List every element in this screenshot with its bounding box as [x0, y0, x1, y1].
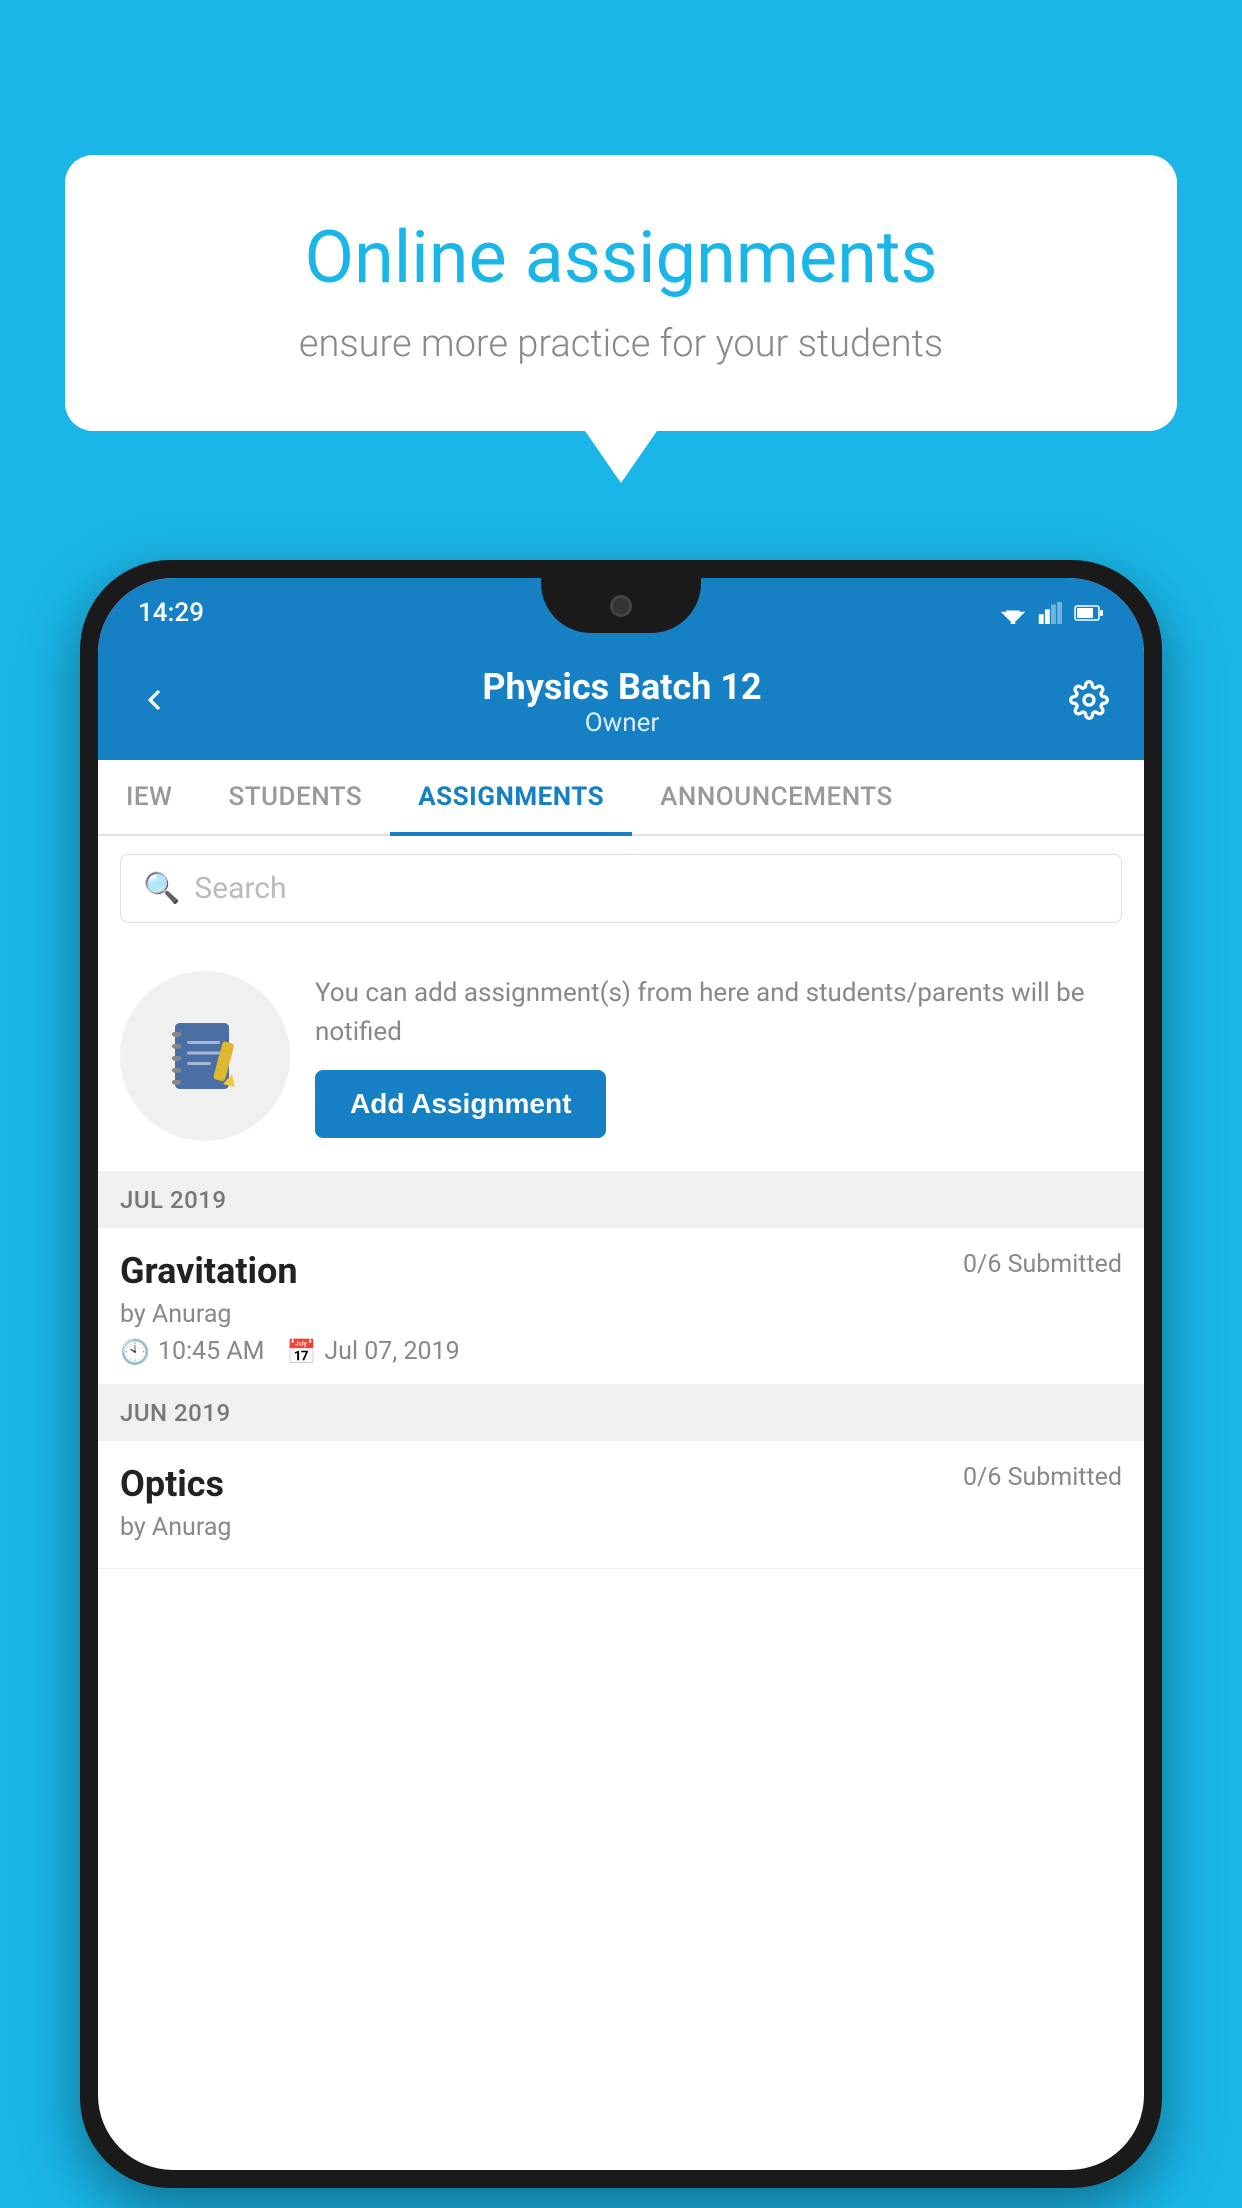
status-bar: 14:29: [98, 578, 1144, 648]
tab-students[interactable]: STUDENTS: [200, 760, 390, 834]
assignment-date: Jul 07, 2019: [324, 1337, 459, 1366]
battery-icon: [1074, 604, 1104, 622]
date-item: 📅 Jul 07, 2019: [286, 1337, 459, 1366]
add-assignment-promo: You can add assignment(s) from here and …: [98, 941, 1144, 1172]
promo-content: You can add assignment(s) from here and …: [315, 974, 1122, 1138]
phone-frame: 14:29: [80, 560, 1162, 2188]
calendar-icon: 📅: [286, 1338, 316, 1366]
notebook-icon: [160, 1011, 250, 1101]
assignment-submitted: 0/6 Submitted: [963, 1250, 1122, 1279]
assignment-title-optics: Optics: [120, 1463, 224, 1505]
batch-title: Physics Batch 12: [175, 666, 1069, 708]
assignment-item-header-optics: Optics 0/6 Submitted: [120, 1463, 1122, 1505]
assignment-submitted-optics: 0/6 Submitted: [963, 1463, 1122, 1492]
tab-assignments[interactable]: ASSIGNMENTS: [390, 760, 632, 834]
search-bar[interactable]: 🔍 Search: [120, 854, 1122, 923]
status-time: 14:29: [138, 598, 204, 628]
search-icon: 🔍: [143, 871, 180, 906]
tab-announcements[interactable]: ANNOUNCEMENTS: [632, 760, 921, 834]
header-title: Physics Batch 12 Owner: [175, 666, 1069, 738]
assignment-by: by Anurag: [120, 1300, 1122, 1329]
assignment-time-row: 🕙 10:45 AM 📅 Jul 07, 2019: [120, 1337, 1122, 1366]
batch-subtitle: Owner: [175, 708, 1069, 738]
search-container: 🔍 Search: [98, 836, 1144, 941]
speech-bubble-subtitle: ensure more practice for your students: [135, 322, 1107, 366]
assignment-item-gravitation[interactable]: Gravitation 0/6 Submitted by Anurag 🕙 10…: [98, 1228, 1144, 1385]
back-button[interactable]: [133, 673, 175, 732]
speech-bubble: Online assignments ensure more practice …: [65, 155, 1177, 431]
wifi-icon: [998, 602, 1028, 624]
assignment-item-optics[interactable]: Optics 0/6 Submitted by Anurag: [98, 1441, 1144, 1569]
phone-camera: [610, 595, 632, 617]
promo-text: You can add assignment(s) from here and …: [315, 974, 1122, 1052]
assignment-time: 10:45 AM: [158, 1337, 265, 1366]
section-header-jul: JUL 2019: [98, 1172, 1144, 1228]
assignment-title: Gravitation: [120, 1250, 298, 1292]
speech-bubble-container: Online assignments ensure more practice …: [65, 155, 1177, 431]
speech-bubble-title: Online assignments: [135, 215, 1107, 300]
signal-icon: [1038, 602, 1064, 624]
assignment-item-header: Gravitation 0/6 Submitted: [120, 1250, 1122, 1292]
promo-icon-circle: [120, 971, 290, 1141]
assignment-by-optics: by Anurag: [120, 1513, 1122, 1542]
tabs-bar: IEW STUDENTS ASSIGNMENTS ANNOUNCEMENTS: [98, 760, 1144, 836]
phone-notch: [541, 578, 701, 633]
settings-button[interactable]: [1069, 680, 1109, 724]
section-header-jun: JUN 2019: [98, 1385, 1144, 1441]
clock-icon: 🕙: [120, 1338, 150, 1366]
tab-iew[interactable]: IEW: [98, 760, 200, 834]
add-assignment-button[interactable]: Add Assignment: [315, 1070, 606, 1138]
status-icons: [998, 602, 1104, 624]
time-item: 🕙 10:45 AM: [120, 1337, 264, 1366]
app-header: Physics Batch 12 Owner: [98, 648, 1144, 760]
search-input-placeholder[interactable]: Search: [194, 871, 286, 906]
phone-inner: 14:29: [98, 578, 1144, 2170]
